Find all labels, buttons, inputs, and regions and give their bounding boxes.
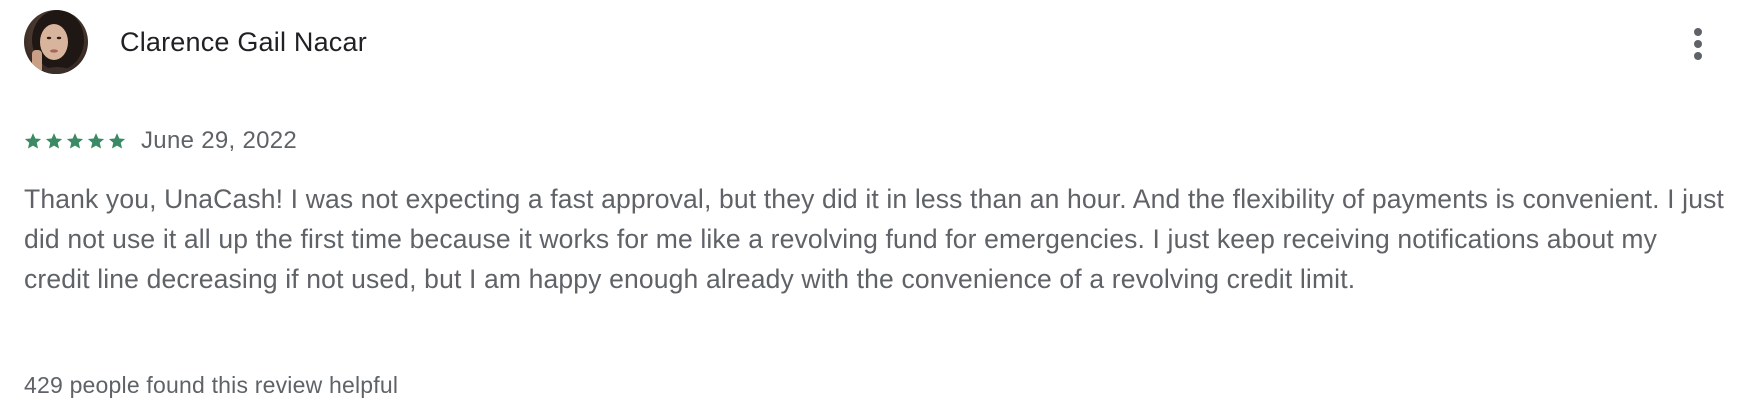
- avatar: [24, 10, 88, 74]
- review-card: Clarence Gail Nacar June 29, 2022 Thank …: [0, 0, 1742, 418]
- star-rating: [24, 132, 126, 150]
- review-date: June 29, 2022: [141, 127, 298, 154]
- author-name: Clarence Gail Nacar: [120, 26, 367, 57]
- rating-row: June 29, 2022: [24, 126, 297, 156]
- star-icon: [45, 132, 63, 150]
- avatar-image: [24, 10, 88, 74]
- star-icon: [108, 132, 126, 150]
- more-vert-icon: [1694, 28, 1702, 60]
- star-icon: [66, 132, 84, 150]
- star-icon: [24, 132, 42, 150]
- more-options-button[interactable]: [1676, 22, 1720, 66]
- review-text: Thank you, UnaCash! I was not expecting …: [24, 184, 1725, 294]
- helpful-count: 429 people found this review helpful: [24, 372, 399, 398]
- review-header: Clarence Gail Nacar: [24, 10, 367, 74]
- star-icon: [87, 132, 105, 150]
